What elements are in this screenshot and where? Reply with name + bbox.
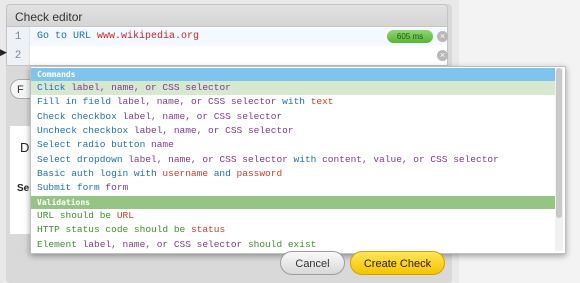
line-gutter: 1 2 [7,27,30,65]
autocomplete-item[interactable]: HTTP status code should be status [31,223,555,237]
autocomplete-item[interactable]: Element label, name, or CSS selector sho… [31,238,555,252]
autocomplete-item[interactable]: Select radio button name [31,138,555,152]
command-text: Go to URL [37,31,92,42]
item-text-part: Uncheck checkbox [37,124,134,136]
item-text-part: Element [37,238,83,250]
scrollbar-thumb[interactable] [556,68,562,218]
autocomplete-item[interactable]: Fill in field label, name, or CSS select… [31,95,555,109]
item-text-part: URL [116,210,134,221]
autocomplete-item[interactable]: Submit form form [31,181,555,195]
item-text-part: status [190,224,226,236]
autocomplete-item[interactable]: Uncheck checkbox label, name, or CSS sel… [31,124,555,138]
card-subheading: Se [17,183,30,194]
item-text-part: name [151,139,174,151]
item-text-part: Fill in field [37,96,117,108]
item-text-part: text [310,96,334,108]
panel-title: Check editor [15,10,83,24]
item-text-part: URL should be [37,210,117,221]
autocomplete-item[interactable]: Click label, name, or CSS selector [31,81,555,95]
cancel-button[interactable]: Cancel [280,251,345,275]
section-header-validations: Validations [31,196,555,209]
item-text-part: with [276,96,311,108]
code-line-1[interactable]: Go to URL www.wikipedia.org [37,31,199,42]
item-text-part: and [208,167,237,179]
item-text-part: Select dropdown [37,153,129,165]
item-text-part: Select radio button [37,139,152,151]
item-text-part: label, name, or CSS selector [122,110,283,122]
line-number: 2 [14,50,22,62]
popup-scrollbar[interactable] [555,68,563,251]
item-text-part: content, value, or CSS selector [322,153,499,165]
item-text-part: should exist [242,238,317,250]
item-text-part: label, name, or CSS selector [128,153,288,165]
item-text-part: Basic auth login with [37,167,163,179]
autocomplete-item[interactable]: Basic auth login with username and passw… [31,167,555,181]
timing-badge: 605 ms [387,30,433,43]
item-text-part: Check checkbox [37,110,123,122]
close-icon[interactable]: × [437,50,448,61]
autocomplete-item[interactable]: URL should be URL [31,209,555,223]
item-text-part: username [162,167,209,179]
autocomplete-item[interactable]: Select dropdown label, name, or CSS sele… [31,153,555,167]
item-text-part: label, name, or CSS selector [133,124,294,136]
item-text-part: HTTP status code should be [37,224,191,236]
item-text-part: password [236,167,283,179]
close-icon[interactable]: × [437,31,448,42]
section-header-commands: Commands [31,68,555,81]
item-text-part: label, name, or CSS selector [82,238,243,250]
autocomplete-popup: Commands Click label, name, or CSS selec… [30,66,566,254]
argument-text: www.wikipedia.org [97,31,200,42]
create-check-button[interactable]: Create Check [350,251,445,275]
item-text-part: form [105,182,129,194]
triangle-right-icon: ▶ [0,47,7,57]
item-text-part: Click [37,82,72,93]
item-text-part: Submit form [37,182,106,194]
item-text-part: label, name, or CSS selector [116,96,277,108]
autocomplete-item[interactable]: Check checkbox label, name, or CSS selec… [31,110,555,124]
panel-header: Check editor [6,4,448,27]
line-number: 1 [14,31,22,43]
item-text-part: label, name, or CSS selector [71,82,231,93]
item-text-part: with [287,153,323,165]
code-editor[interactable]: 1 2 Go to URL www.wikipedia.org 605 ms ×… [6,26,448,66]
